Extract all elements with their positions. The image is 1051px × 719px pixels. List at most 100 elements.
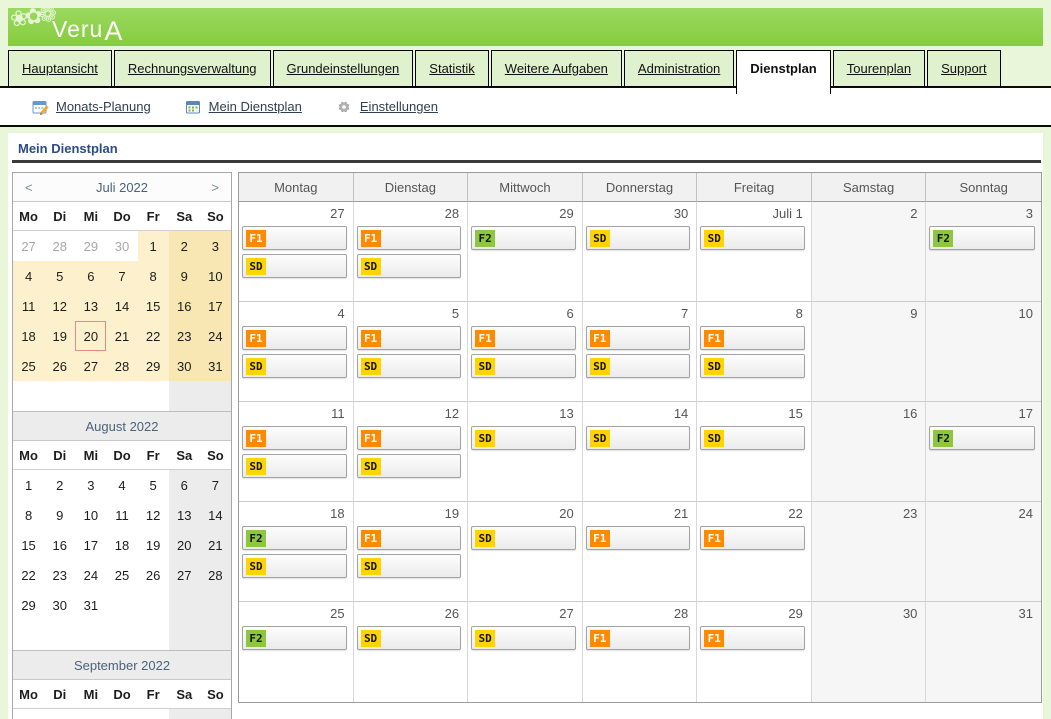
shift-entry[interactable]: F1 xyxy=(471,326,576,350)
mini-day[interactable]: 17 xyxy=(200,291,231,321)
shift-entry[interactable]: SD xyxy=(357,626,462,650)
day-cell[interactable]: 14SD xyxy=(583,402,698,502)
shift-entry[interactable]: SD xyxy=(357,454,462,478)
shift-entry[interactable]: SD xyxy=(586,426,691,450)
tab-rechnungsverwaltung[interactable]: Rechnungsverwaltung xyxy=(114,50,271,87)
mini-day[interactable]: 28 xyxy=(200,560,231,590)
tab-statistik[interactable]: Statistik xyxy=(415,50,489,87)
mini-day[interactable]: 26 xyxy=(138,560,169,590)
day-cell[interactable]: 29F1 xyxy=(697,602,812,702)
shift-entry[interactable]: SD xyxy=(357,254,462,278)
mini-day[interactable]: 19 xyxy=(138,530,169,560)
day-cell[interactable]: 8F1SD xyxy=(697,302,812,402)
shift-entry[interactable]: SD xyxy=(700,226,805,250)
day-cell[interactable]: 4F1SD xyxy=(239,302,354,402)
day-cell[interactable]: 25F2 xyxy=(239,602,354,702)
shift-entry[interactable]: SD xyxy=(242,554,347,578)
mini-day[interactable]: 24 xyxy=(75,560,106,590)
mini-day[interactable]: 10 xyxy=(200,261,231,291)
mini-day[interactable]: 16 xyxy=(169,291,200,321)
mini-day[interactable]: 29 xyxy=(138,351,169,381)
mini-day[interactable]: 18 xyxy=(106,530,137,560)
mini-day[interactable]: 20 xyxy=(169,530,200,560)
mini-day[interactable]: 30 xyxy=(44,590,75,620)
day-cell[interactable]: 28F1SD xyxy=(354,202,469,302)
tab-tourenplan[interactable]: Tourenplan xyxy=(833,50,925,87)
mini-day[interactable]: 24 xyxy=(200,321,231,351)
day-cell[interactable]: 3F2 xyxy=(926,202,1041,302)
shift-entry[interactable]: SD xyxy=(471,526,576,550)
day-cell[interactable]: 30 xyxy=(812,602,927,702)
mini-day[interactable]: 31 xyxy=(200,351,231,381)
shift-entry[interactable]: SD xyxy=(357,354,462,378)
mini-day[interactable]: 28 xyxy=(106,351,137,381)
mini-day[interactable]: 9 xyxy=(169,261,200,291)
shift-entry[interactable]: F1 xyxy=(357,526,462,550)
mini-day[interactable]: 1 xyxy=(13,470,44,500)
shift-entry[interactable]: F1 xyxy=(242,326,347,350)
shift-entry[interactable]: SD xyxy=(242,254,347,278)
next-month-button[interactable]: > xyxy=(211,180,219,195)
mini-day[interactable]: 3 xyxy=(200,231,231,261)
mini-day[interactable]: 18 xyxy=(13,321,44,351)
mini-day[interactable]: 10 xyxy=(75,500,106,530)
mini-day[interactable]: 23 xyxy=(169,321,200,351)
day-cell[interactable]: 16 xyxy=(812,402,927,502)
shift-entry[interactable]: SD xyxy=(586,354,691,378)
day-cell[interactable]: 21F1 xyxy=(583,502,698,602)
mini-day[interactable]: 27 xyxy=(13,231,44,261)
tab-hauptansicht[interactable]: Hauptansicht xyxy=(8,50,112,87)
tab-weitere-aufgaben[interactable]: Weitere Aufgaben xyxy=(491,50,622,87)
day-cell[interactable]: 27F1SD xyxy=(239,202,354,302)
mini-day[interactable]: 13 xyxy=(75,291,106,321)
day-cell[interactable]: 20SD xyxy=(468,502,583,602)
mini-day[interactable]: 29 xyxy=(75,231,106,261)
day-cell[interactable]: 2 xyxy=(812,202,927,302)
shift-entry[interactable]: F1 xyxy=(700,326,805,350)
mini-day[interactable]: 2 xyxy=(169,231,200,261)
mini-day[interactable]: 31 xyxy=(75,590,106,620)
mini-day[interactable]: 8 xyxy=(13,500,44,530)
shift-entry[interactable]: F2 xyxy=(242,526,347,550)
day-cell[interactable]: Juli 1SD xyxy=(697,202,812,302)
mini-day[interactable]: 17 xyxy=(75,530,106,560)
day-cell[interactable]: 15SD xyxy=(697,402,812,502)
day-cell[interactable]: 18F2SD xyxy=(239,502,354,602)
mini-day[interactable]: 19 xyxy=(44,321,75,351)
mini-day[interactable]: 28 xyxy=(44,231,75,261)
shift-entry[interactable]: SD xyxy=(586,226,691,250)
mini-day[interactable]: 7 xyxy=(200,470,231,500)
mini-day[interactable]: 11 xyxy=(106,500,137,530)
prev-month-button[interactable]: < xyxy=(25,180,33,195)
shift-entry[interactable]: SD xyxy=(242,354,347,378)
tab-dienstplan[interactable]: Dienstplan xyxy=(736,50,830,94)
mini-day[interactable]: 14 xyxy=(200,500,231,530)
toolbar-item-einstellungen[interactable]: Einstellungen xyxy=(336,99,438,115)
mini-day[interactable]: 13 xyxy=(169,500,200,530)
mini-day[interactable]: 25 xyxy=(106,560,137,590)
shift-entry[interactable]: F1 xyxy=(700,526,805,550)
toolbar-item-mein-dienstplan[interactable]: Mein Dienstplan xyxy=(185,99,302,115)
mini-day[interactable]: 2 xyxy=(44,470,75,500)
day-cell[interactable]: 12F1SD xyxy=(354,402,469,502)
mini-day[interactable]: 14 xyxy=(106,291,137,321)
mini-day[interactable]: 12 xyxy=(44,291,75,321)
mini-day[interactable]: 27 xyxy=(75,351,106,381)
day-cell[interactable]: 7F1SD xyxy=(583,302,698,402)
day-cell[interactable]: 23 xyxy=(812,502,927,602)
shift-entry[interactable]: F1 xyxy=(586,626,691,650)
mini-day[interactable]: 22 xyxy=(13,560,44,590)
mini-day[interactable]: 26 xyxy=(44,351,75,381)
mini-day[interactable]: 3 xyxy=(75,470,106,500)
day-cell[interactable]: 24 xyxy=(926,502,1041,602)
mini-day[interactable]: 1 xyxy=(106,709,137,719)
shift-entry[interactable]: F2 xyxy=(929,426,1035,450)
mini-day[interactable]: 15 xyxy=(138,291,169,321)
shift-entry[interactable]: F1 xyxy=(357,226,462,250)
day-cell[interactable]: 17F2 xyxy=(926,402,1041,502)
tab-administration[interactable]: Administration xyxy=(624,50,734,87)
mini-day[interactable]: 4 xyxy=(13,261,44,291)
shift-entry[interactable]: SD xyxy=(357,554,462,578)
shift-entry[interactable]: SD xyxy=(471,626,576,650)
day-cell[interactable]: 9 xyxy=(812,302,927,402)
